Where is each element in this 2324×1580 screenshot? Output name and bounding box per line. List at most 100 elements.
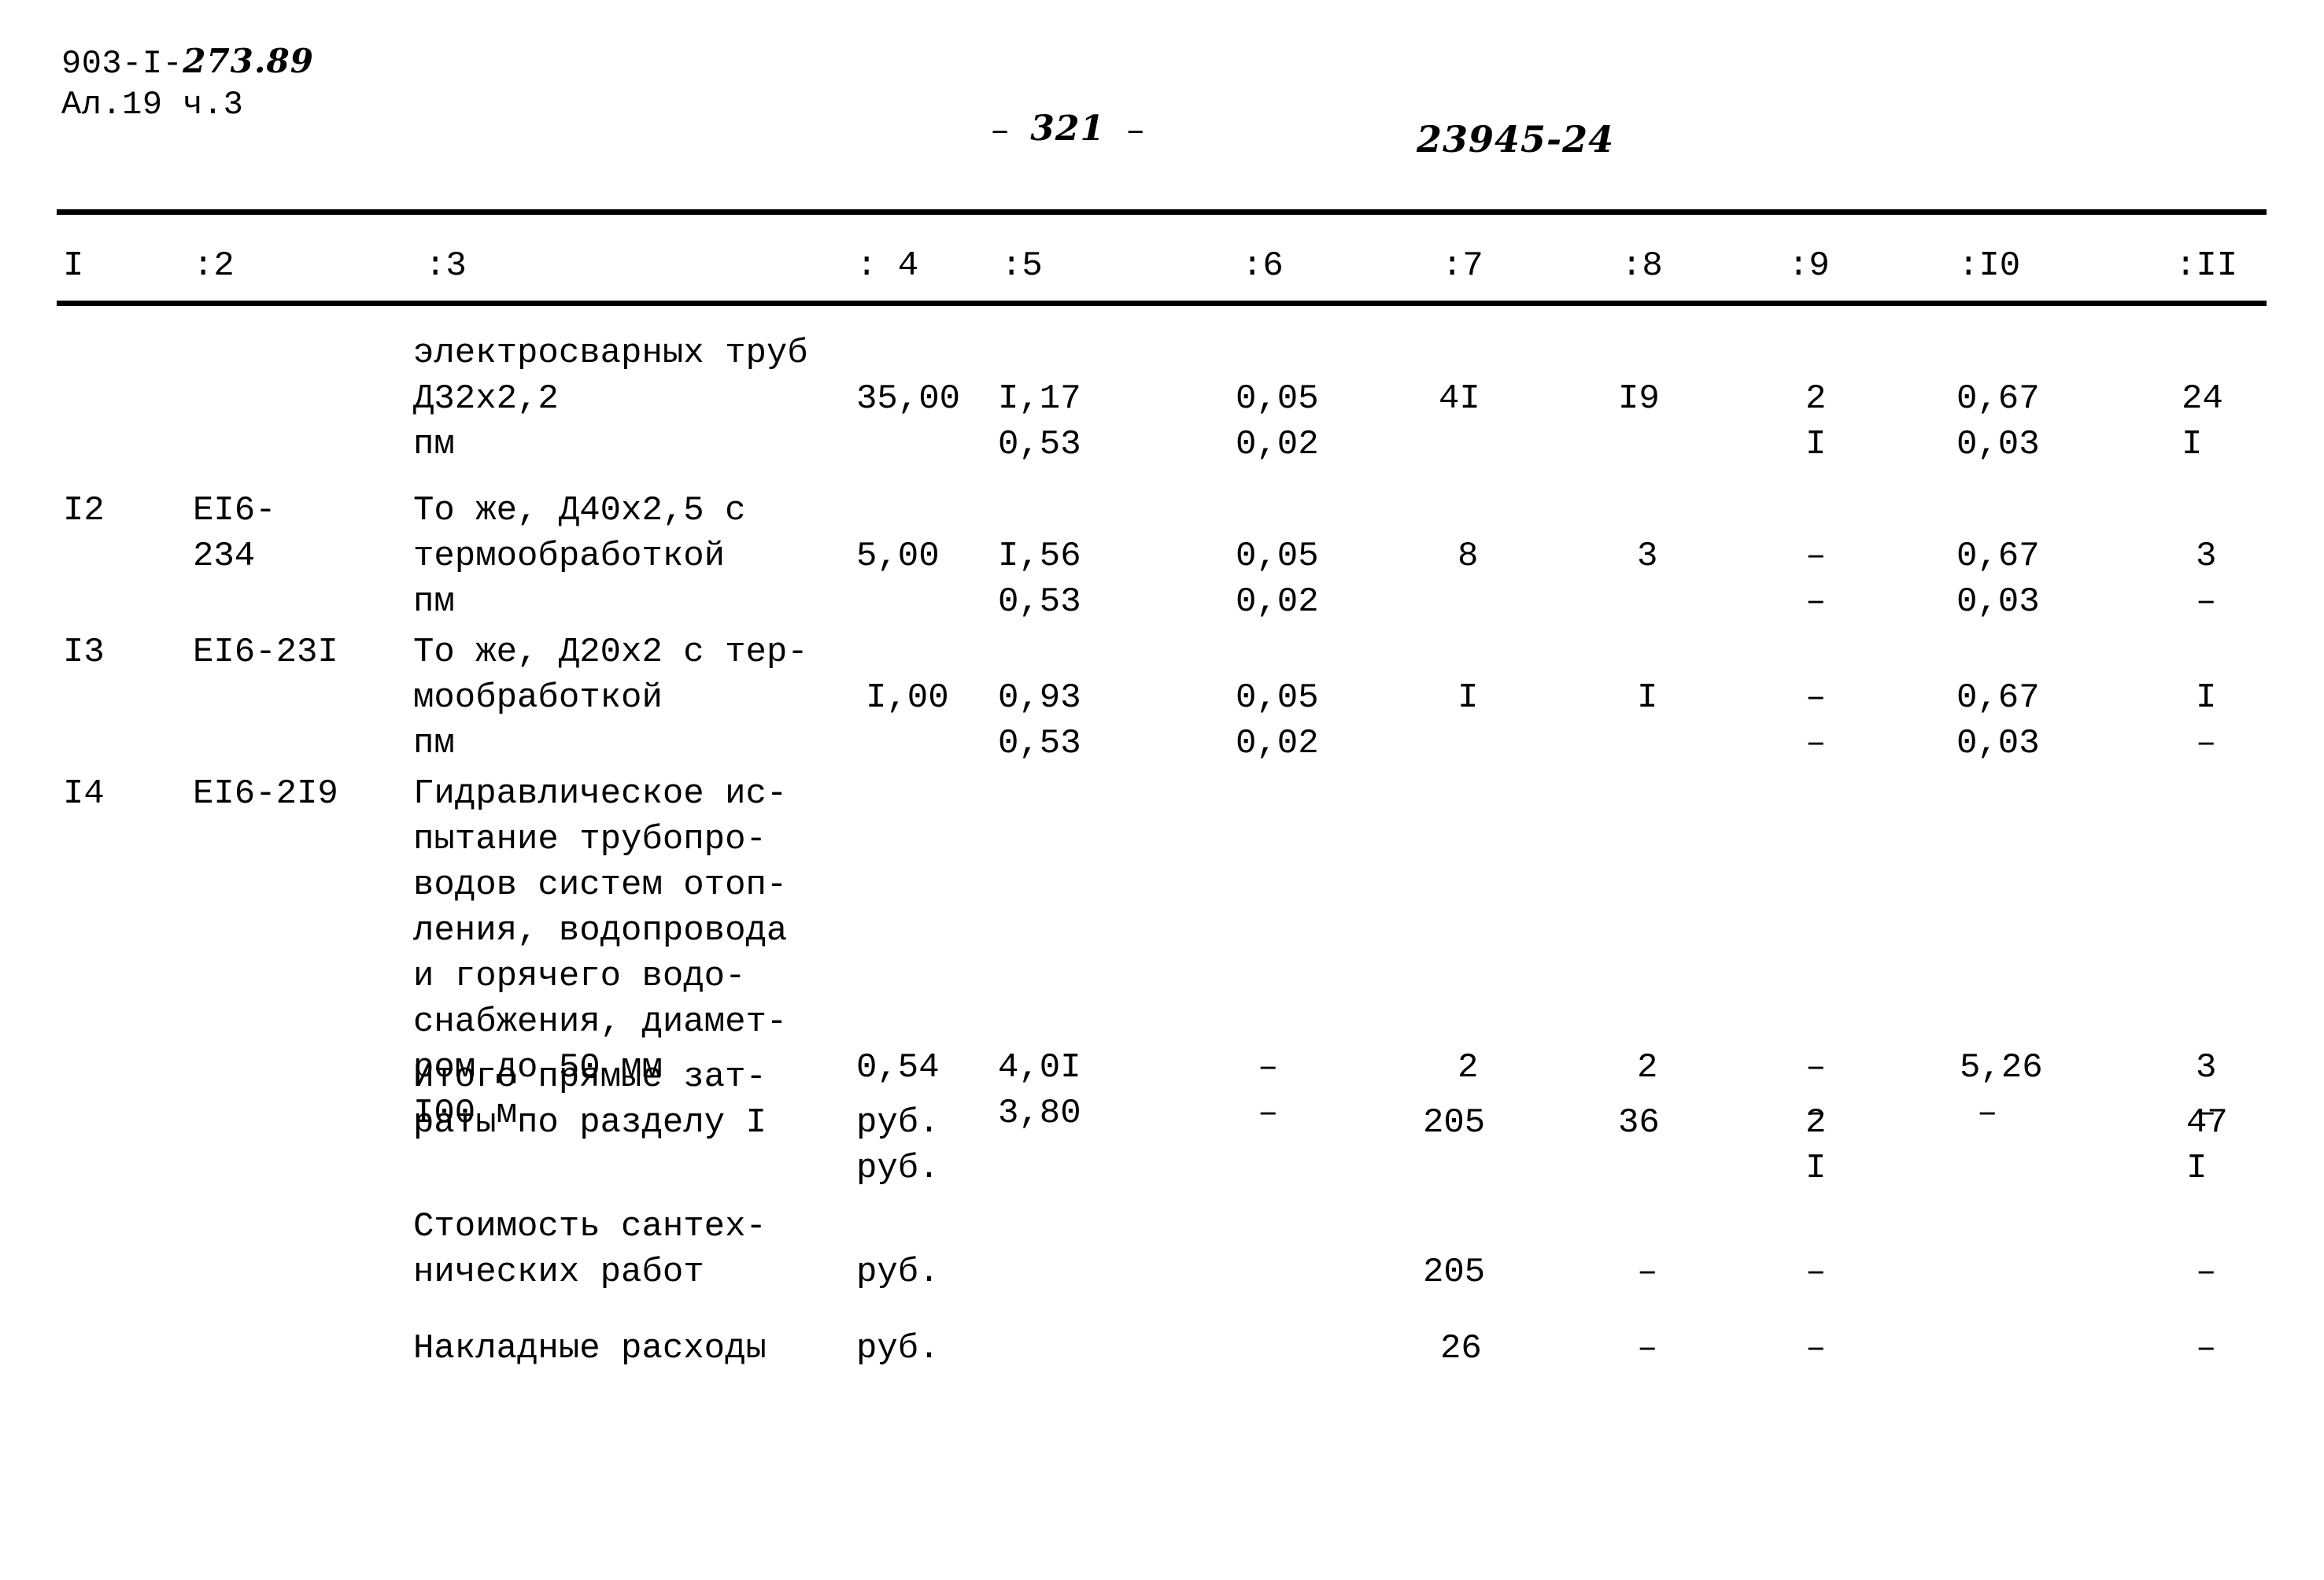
- column-header-7: :7: [1442, 246, 1483, 286]
- table-row: I2 EI6- 234 То же, Д40х2,5 с термообрабо…: [0, 488, 2324, 629]
- page-number: 321: [1030, 109, 1106, 149]
- table-row: электросварных труб Д32х2,2 пм 35,00 I,1…: [0, 330, 2324, 488]
- row-4-description: Итого прямые зат- раты по разделу I: [413, 1058, 767, 1143]
- page-dash-right: –: [1125, 113, 1146, 150]
- row-1-col6-b: 0,02: [1236, 582, 1319, 622]
- row-1-col9-a: –: [1805, 537, 1827, 576]
- row-1-description: То же, Д40х2,5 с термообработкой пм: [413, 491, 746, 622]
- row-5-unit: руб.: [856, 1253, 940, 1292]
- row-2-description: То же, Д20х2 с тер- мообработкой пм: [413, 633, 808, 763]
- table-row: I4 EI6-2I9 Гидравлическое ис- пытание тр…: [0, 771, 2324, 1133]
- table-row: I3 EI6-23I То же, Д20х2 с тер- мообработ…: [0, 629, 2324, 771]
- row-4-col7-a: 205: [1423, 1103, 1486, 1143]
- column-header-11: :II: [2175, 246, 2238, 286]
- document-code-handwritten: 273.89: [183, 42, 314, 80]
- row-0-col6-b: 0,02: [1236, 425, 1319, 464]
- row-2-col11-a: I: [2196, 678, 2217, 718]
- row-1-col7-a: 8: [1458, 537, 1479, 576]
- row-3-norm-code: EI6-2I9: [193, 774, 338, 814]
- row-0-col9-a: 2: [1805, 379, 1827, 419]
- row-1-col10-b: 0,03: [1956, 582, 2040, 622]
- table-row: Накладные расходы руб. 26 – – –: [0, 1326, 2324, 1420]
- row-5-col8-a: –: [1637, 1253, 1658, 1292]
- row-0-col5-a: I,17: [998, 379, 1081, 419]
- row-6-col7-a: 26: [1440, 1329, 1482, 1368]
- row-2-col5-b: 0,53: [998, 724, 1081, 763]
- row-4-unit-a: руб.: [856, 1103, 940, 1143]
- row-4-col9-a: 2: [1805, 1103, 1827, 1143]
- row-6-col8-a: –: [1637, 1329, 1658, 1368]
- row-0-col8-a: I9: [1618, 379, 1660, 419]
- column-header-2: :2: [193, 246, 235, 286]
- row-2-col6-a: 0,05: [1236, 678, 1319, 718]
- row-1-col11-b: –: [2196, 582, 2217, 622]
- row-3-code-no: I4: [63, 774, 105, 814]
- row-1-col5-a: I,56: [998, 537, 1081, 576]
- row-2-col9-b: –: [1805, 724, 1827, 763]
- row-0-col6-a: 0,05: [1236, 379, 1319, 419]
- row-0-col10-a: 0,67: [1956, 379, 2040, 419]
- row-5-col11-a: –: [2196, 1253, 2217, 1292]
- row-2-col11-b: –: [2196, 724, 2217, 763]
- row-6-col11-a: –: [2196, 1329, 2217, 1368]
- row-1-col6-a: 0,05: [1236, 537, 1319, 576]
- column-header-3: :3: [425, 246, 467, 286]
- column-header-1: I: [63, 246, 84, 286]
- row-5-col9-a: –: [1805, 1253, 1827, 1292]
- row-1-col9-b: –: [1805, 582, 1827, 622]
- row-2-norm-code: EI6-23I: [193, 633, 338, 672]
- document-code-line: 903-I-273.89: [61, 41, 314, 84]
- row-4-col9-b: I: [1805, 1149, 1827, 1188]
- row-0-col5-b: 0,53: [998, 425, 1081, 464]
- row-1-quantity: 5,00: [856, 537, 940, 576]
- row-4-col8-a: 36: [1618, 1103, 1660, 1143]
- page-number-block: –321–: [990, 109, 1145, 150]
- row-1-col5-b: 0,53: [998, 582, 1081, 622]
- row-4-col11-b: I: [2186, 1149, 2208, 1188]
- row-4-col11-a: 47: [2186, 1103, 2228, 1143]
- row-5-description: Стоимость сантех- нических работ: [413, 1207, 767, 1292]
- row-1-col10-a: 0,67: [1956, 537, 2040, 576]
- row-2-col10-b: 0,03: [1956, 724, 2040, 763]
- row-0-description: электросварных труб Д32х2,2 пм: [413, 334, 808, 464]
- row-6-col9-a: –: [1805, 1329, 1827, 1368]
- row-2-col7-a: I: [1458, 678, 1479, 718]
- row-5-col7-a: 205: [1423, 1253, 1486, 1292]
- column-header-5: :5: [1001, 246, 1043, 286]
- table-row: Итого прямые зат- раты по разделу I руб.…: [0, 1054, 2324, 1204]
- column-header-6: :6: [1242, 246, 1284, 286]
- document-header-left: 903-I-273.89 Ал.19 ч.3: [61, 41, 314, 125]
- row-2-col10-a: 0,67: [1956, 678, 2040, 718]
- row-1-code-no: I2: [63, 491, 105, 530]
- table-top-rule: [57, 209, 2267, 215]
- row-0-col10-b: 0,03: [1956, 425, 2040, 464]
- row-4-unit-b: руб.: [856, 1149, 940, 1188]
- estimate-table: электросварных труб Д32х2,2 пм 35,00 I,1…: [0, 330, 2324, 1420]
- document-code-prefix: 903-I-: [61, 45, 183, 83]
- row-2-col6-b: 0,02: [1236, 724, 1319, 763]
- row-1-col8-a: 3: [1637, 537, 1658, 576]
- table-row: Стоимость сантех- нических работ руб. 20…: [0, 1204, 2324, 1326]
- row-1-col11-a: 3: [2196, 537, 2217, 576]
- row-2-col9-a: –: [1805, 678, 1827, 718]
- row-2-code-no: I3: [63, 633, 105, 672]
- row-1-norm-code: EI6- 234: [193, 491, 276, 576]
- row-6-unit: руб.: [856, 1329, 940, 1368]
- album-part-line: Ал.19 ч.3: [61, 86, 244, 124]
- row-6-description: Накладные расходы: [413, 1329, 767, 1368]
- column-header-10: :I0: [1958, 246, 2021, 286]
- row-0-quantity: 35,00: [856, 379, 961, 419]
- column-header-8: :8: [1621, 246, 1663, 286]
- document-page: 903-I-273.89 Ал.19 ч.3 –321– 23945-24 I …: [0, 0, 2324, 1580]
- row-2-quantity: I,00: [866, 678, 949, 718]
- row-0-col7-a: 4I: [1439, 379, 1480, 419]
- table-header-bottom-rule: [57, 301, 2267, 306]
- row-0-col9-b: I: [1805, 425, 1827, 464]
- row-0-col11-a: 24: [2182, 379, 2223, 419]
- row-2-col5-a: 0,93: [998, 678, 1081, 718]
- column-header-9: :9: [1788, 246, 1830, 286]
- column-header-4: : 4: [856, 246, 919, 286]
- row-0-col11-b: I: [2182, 425, 2203, 464]
- archive-stamp-number: 23945-24: [1417, 118, 1615, 161]
- page-dash-left: –: [990, 113, 1011, 150]
